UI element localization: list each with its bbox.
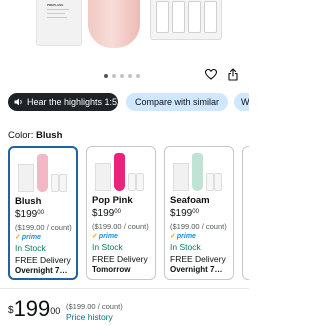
variant-device-image <box>37 154 48 192</box>
variant-price-dollars: $199 <box>15 209 38 220</box>
compare-similar-button[interactable]: Compare with similar <box>126 93 228 111</box>
prime-label: prime <box>176 233 196 240</box>
hear-highlights-label: Hear the highlights 1:52 <box>27 97 123 107</box>
variant-name: Blush <box>15 196 42 207</box>
variant-accessory-image <box>59 174 67 192</box>
carousel-dots <box>104 74 140 78</box>
color-variant-list: Blush $19900 ($199.00 / count) ✓prime In… <box>8 146 249 281</box>
share-icon[interactable] <box>227 68 239 81</box>
prime-label: prime <box>21 234 41 241</box>
variant-thumbnail <box>91 151 151 193</box>
color-label-prefix: Color: <box>8 130 34 141</box>
variant-price-cents: 00 <box>37 210 44 216</box>
buybox-price: $19900 <box>8 297 60 321</box>
refill-cartridge <box>172 1 185 33</box>
buybox-currency: $ <box>8 305 14 316</box>
variant-card-seafoam[interactable]: Seafoam $19900 ($199.00 / count) ✓prime … <box>164 146 234 280</box>
prime-label: prime <box>98 233 118 240</box>
variant-delivery-speed: Overnight 7… <box>170 265 223 274</box>
variant-box-image <box>95 163 111 191</box>
carousel-dot[interactable] <box>120 74 124 78</box>
refill-cartridge <box>188 1 201 33</box>
variant-delivery-speed: Tomorrow <box>92 265 131 274</box>
variant-thumbnail <box>169 151 229 193</box>
variant-accessory-image <box>136 173 144 191</box>
variant-box-image <box>18 164 34 192</box>
variant-price-cents: 00 <box>114 209 121 215</box>
prime-check-icon: ✓ <box>170 233 176 240</box>
selected-color-name: Blush <box>35 130 63 141</box>
variant-price: $19900 <box>170 208 199 219</box>
section-divider <box>0 288 249 289</box>
variant-unit-price: ($199.00 / count) <box>170 222 227 231</box>
variant-stock-status: In Stock <box>170 242 201 252</box>
prime-badge: ✓prime <box>15 233 41 241</box>
prime-check-icon: ✓ <box>15 234 21 241</box>
hear-highlights-button[interactable]: Hear the highlights 1:52 <box>8 93 122 111</box>
variant-card-blush[interactable]: Blush $19900 ($199.00 / count) ✓prime In… <box>8 146 78 280</box>
variant-price-dollars: $199 <box>170 208 193 219</box>
variant-box-image <box>173 163 189 191</box>
carousel-dot[interactable] <box>112 74 116 78</box>
variant-unit-price: ($199.00 / count) <box>92 222 149 231</box>
carousel-dot[interactable] <box>128 74 132 78</box>
heart-icon[interactable] <box>205 69 217 80</box>
product-box-image: PREPLASH <box>36 0 82 46</box>
variant-price-dollars: $199 <box>92 208 115 219</box>
variant-thumbnail <box>14 152 74 194</box>
speaker-icon <box>14 98 22 106</box>
product-device-image <box>88 0 140 48</box>
buybox-dollars: 199 <box>13 296 51 321</box>
product-box-line <box>47 13 65 14</box>
color-selection-label: Color: Blush <box>8 130 62 141</box>
variant-stock-status: In Stock <box>15 243 46 253</box>
variant-delivery: FREE Delivery <box>15 255 71 265</box>
prime-badge: ✓prime <box>170 232 196 240</box>
price-history-link[interactable]: Price history <box>66 312 113 322</box>
variant-card-pop-pink[interactable]: Pop Pink $19900 ($199.00 / count) ✓prime… <box>86 146 156 280</box>
refill-cartridge <box>156 1 169 33</box>
variant-device-image <box>192 153 203 191</box>
variant-unit-price: ($199.00 / count) <box>15 223 72 232</box>
variant-accessory-image <box>214 173 222 191</box>
variant-accessory-image <box>128 173 136 191</box>
refill-cartridge <box>204 1 217 33</box>
product-refills-image <box>150 0 222 40</box>
variant-accessory-image <box>206 173 214 191</box>
variant-delivery-speed: Overnight 7… <box>15 266 68 275</box>
buybox-unit-price: ($199.00 / count) <box>66 302 123 311</box>
product-box-tag: PREPLASH <box>47 3 64 7</box>
variant-name: Pop Pink <box>92 195 133 206</box>
prime-badge: ✓prime <box>92 232 118 240</box>
product-box-line <box>47 17 67 18</box>
buybox-cents: 00 <box>50 306 61 316</box>
prime-check-icon: ✓ <box>92 233 98 240</box>
variant-price: $19900 <box>92 208 121 219</box>
carousel-dot-active[interactable] <box>104 74 108 78</box>
variant-delivery: FREE Delivery <box>92 254 148 264</box>
highlight-pills-row: Hear the highlights 1:52 Compare with si… <box>8 93 249 111</box>
whats-in-box-button[interactable]: Wha <box>234 93 249 111</box>
variant-card-partial[interactable] <box>242 146 249 280</box>
product-box-line <box>47 9 69 10</box>
variant-accessory-image <box>51 174 59 192</box>
variant-stock-status: In Stock <box>92 242 123 252</box>
variant-delivery: FREE Delivery <box>170 254 226 264</box>
variant-name: Seafoam <box>170 195 210 206</box>
variant-device-image <box>114 153 125 191</box>
variant-price: $19900 <box>15 209 44 220</box>
carousel-dot[interactable] <box>136 74 140 78</box>
product-image-carousel[interactable]: PREPLASH <box>0 0 249 62</box>
variant-price-cents: 00 <box>192 209 199 215</box>
